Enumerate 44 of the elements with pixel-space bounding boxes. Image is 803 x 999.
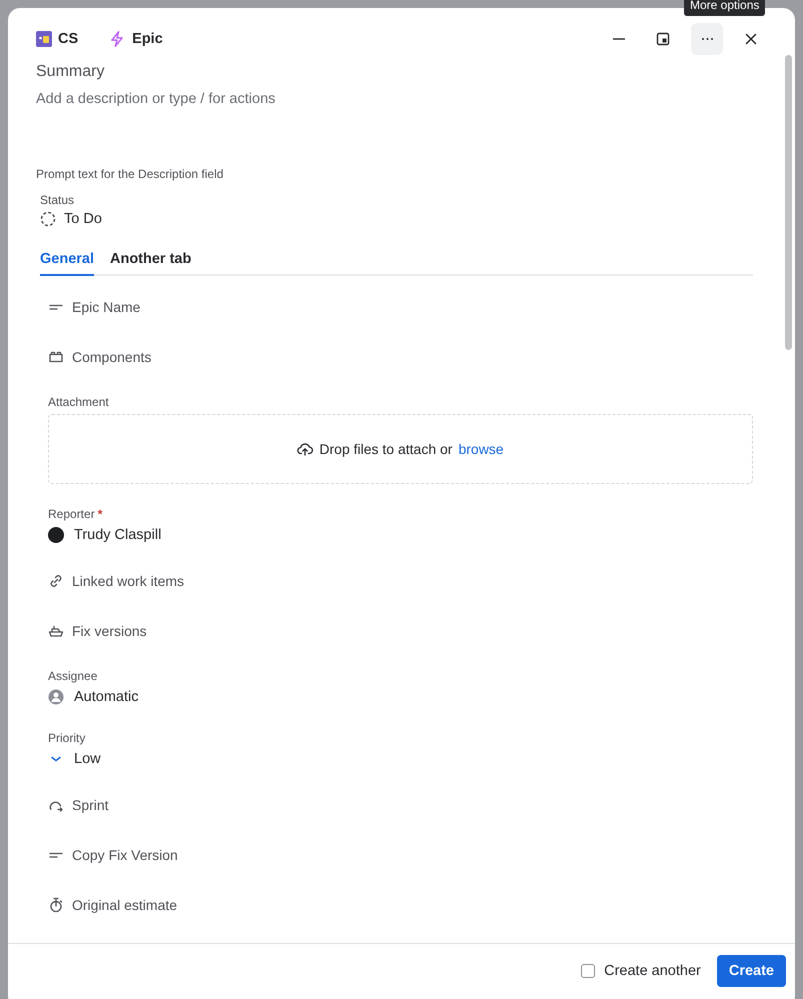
person-icon	[48, 689, 64, 705]
dock-icon	[655, 31, 671, 47]
description-prompt: Prompt text for the Description field	[36, 167, 224, 181]
drop-text: Drop files to attach or	[319, 441, 452, 457]
field-label: Copy Fix Version	[72, 847, 178, 863]
field-value[interactable]: Automatic	[74, 689, 138, 705]
status-value[interactable]: To Do	[64, 211, 102, 227]
field-value[interactable]: Trudy Claspill	[74, 527, 162, 543]
upload-icon	[297, 441, 314, 457]
close-icon	[743, 31, 759, 47]
summary-field[interactable]: Summary	[36, 63, 753, 83]
tooltip: More options	[684, 0, 766, 16]
field-label: Attachment	[48, 395, 109, 409]
field-value[interactable]: Low	[74, 751, 101, 767]
project-key[interactable]: CS	[58, 31, 78, 47]
create-button[interactable]: Create	[716, 955, 786, 987]
dashed-circle-icon	[40, 211, 56, 227]
tab[interactable]: Another tab	[110, 245, 192, 276]
status-label: Status	[40, 193, 76, 207]
scrollbar-thumb[interactable]	[785, 55, 792, 350]
boat-icon	[48, 623, 64, 639]
tab[interactable]: General	[40, 245, 94, 276]
drop-zone[interactable]: Drop files to attach or browse	[48, 414, 753, 484]
checkbox-label: Create another	[604, 963, 701, 979]
field-label: Components	[72, 349, 152, 365]
checkbox[interactable]	[581, 964, 596, 978]
stopwatch-icon	[48, 897, 64, 913]
field-label: Priority	[48, 731, 86, 745]
field-label: Epic Name	[72, 299, 140, 315]
field-label: Reporter	[48, 507, 95, 521]
field-label: Linked work items	[72, 573, 184, 589]
link-icon	[48, 573, 64, 589]
avatar	[48, 527, 64, 543]
field-label: Sprint	[72, 797, 109, 813]
field-label: Fix versions	[72, 623, 147, 639]
browse-link[interactable]: browse	[458, 441, 504, 457]
minimize-icon	[613, 38, 625, 40]
field-label: Original estimate	[72, 897, 178, 913]
required-mark: *	[98, 507, 102, 521]
field-label: Assignee	[48, 669, 98, 683]
project-icon	[36, 31, 52, 47]
issue-type[interactable]: Epic	[132, 31, 163, 47]
description-field[interactable]: Add a description or type / for actions	[36, 91, 753, 111]
component-icon	[48, 349, 64, 365]
